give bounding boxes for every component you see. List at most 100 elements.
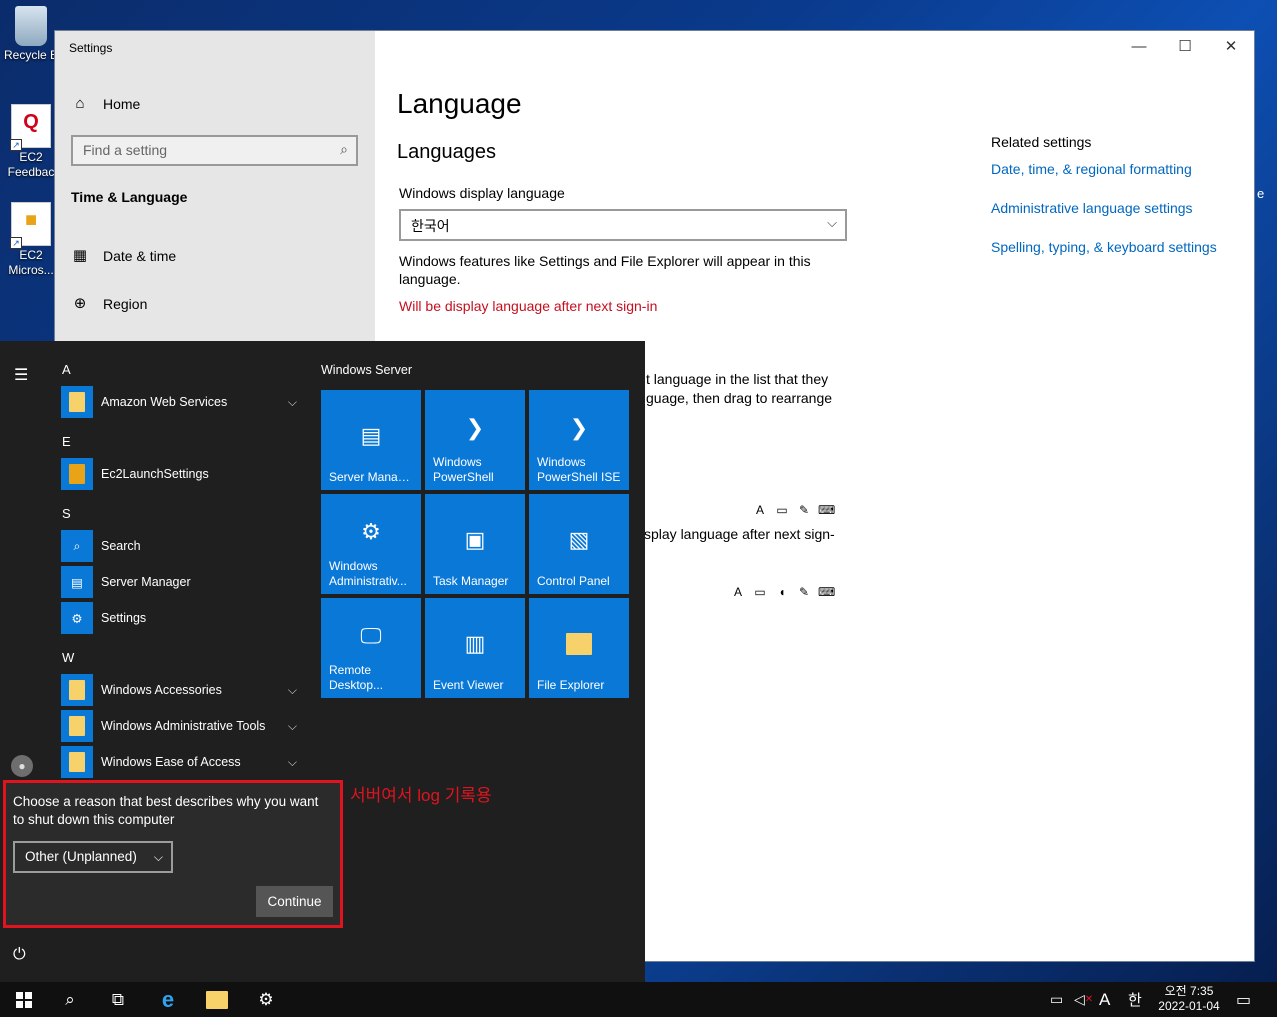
shutdown-reason-dropdown[interactable]: Other (Unplanned) ⌵ (13, 841, 173, 873)
app-list-letter-w[interactable]: W (62, 650, 74, 665)
taskbar-internet-explorer[interactable]: e (144, 982, 192, 1017)
continue-button[interactable]: Continue (256, 886, 333, 917)
app-amazon-web-services[interactable]: Amazon Web Services ⌵ (61, 386, 301, 418)
app-list-letter-a[interactable]: A (62, 362, 71, 377)
calendar-clock-icon: ▦ (72, 247, 88, 264)
screen-feature-icon: ▭ (776, 503, 788, 517)
start-button[interactable] (0, 982, 48, 1017)
gear-icon: ⚙ (258, 989, 274, 1009)
tile-windows-powershell-ise[interactable]: ❯ Windows PowerShell ISE (529, 390, 629, 490)
notifications-icon[interactable]: ▭ (1236, 982, 1251, 1017)
preferred-languages-text: t language in the list that they (646, 371, 829, 387)
shutdown-reason-question: Choose a reason that best describes why … (13, 794, 319, 827)
powershell-ise-icon: ❯ (569, 415, 589, 440)
related-settings-heading: Related settings (991, 134, 1092, 150)
language-features-icons: A ▭ ✎ ⌨ (752, 502, 835, 518)
volume-muted-icon[interactable]: ◁ ✕ (1074, 982, 1093, 1017)
task-view-button[interactable]: ⧉ (94, 982, 142, 1017)
nav-item-date-time[interactable]: ▦ Date & time (71, 247, 176, 265)
clock-time: 오전 7:35 (1164, 984, 1214, 998)
tile-windows-administrative-tools[interactable]: ⚙ Windows Administrativ... (321, 494, 421, 594)
app-windows-administrative-tools[interactable]: Windows Administrative Tools ⌵ (61, 710, 301, 742)
window-title: Settings (69, 41, 113, 55)
taskbar-clock[interactable]: 오전 7:35 2022-01-04 (1150, 984, 1228, 1014)
desktop-icon-label: EC2 Micros... (8, 248, 54, 277)
tile-remote-desktop[interactable]: 🖵 Remote Desktop... (321, 598, 421, 698)
network-icon[interactable]: ▭ (1050, 982, 1063, 1017)
app-settings[interactable]: ⚙ Settings (61, 602, 301, 634)
display-language-dropdown[interactable]: 한국어 ⌵ (399, 209, 847, 241)
ime-language-indicator[interactable]: 한 (1128, 982, 1142, 1017)
language-features-icons: A ▭ ◖ ✎ ⌨ (730, 584, 835, 600)
desktop-icon-ec2-microsoft[interactable]: ■ ↗ EC2 Micros... (0, 202, 62, 278)
ec2-package-icon: ■ ↗ (10, 202, 51, 249)
power-icon[interactable]: ⏻ (13, 946, 26, 964)
nav-item-label: Region (103, 296, 148, 312)
user-avatar-icon[interactable]: ● (11, 755, 33, 777)
nav-home-label: Home (103, 96, 141, 112)
find-setting-input[interactable]: Find a setting ⌕ (71, 135, 358, 166)
folder-icon (206, 990, 228, 1009)
app-search[interactable]: ⌕ Search (61, 530, 301, 562)
server-manager-icon: ▤ (61, 566, 93, 598)
nav-item-region[interactable]: ⊕ Region (71, 295, 148, 313)
handwriting-feature-icon: ✎ (798, 585, 810, 599)
taskbar-file-explorer[interactable] (193, 982, 241, 1017)
recycle-bin-icon (15, 6, 47, 46)
clock-date: 2022-01-04 (1158, 999, 1220, 1013)
nav-section-title: Time & Language (71, 189, 188, 205)
admin-tools-icon: ⚙ (361, 519, 381, 544)
display-language-label: Windows display language (399, 185, 565, 201)
display-language-feature-icon: A (755, 503, 764, 517)
tile-event-viewer[interactable]: ▥ Event Viewer (425, 598, 525, 698)
tile-file-explorer[interactable]: File Explorer (529, 598, 629, 698)
display-language-feature-icon: A (733, 585, 742, 599)
annotation-text: 서버여서 log 기록용 (350, 786, 492, 805)
desktop-icon-recycle-bin[interactable]: Recycle B (0, 6, 62, 63)
globe-icon: ⊕ (73, 295, 87, 312)
desktop-icon-label: Recycle B (3, 48, 59, 62)
close-button[interactable]: ✕ (1208, 31, 1254, 63)
search-icon: ⌕ (340, 141, 348, 157)
related-link-regional-formatting[interactable]: Date, time, & regional formatting (991, 161, 1192, 177)
taskbar: ⌕ ⧉ e ⚙ ▭ ◁ ✕ A 한 오전 7:35 2022-01-04 ▭ (0, 982, 1277, 1017)
app-server-manager[interactable]: ▤ Server Manager (61, 566, 301, 598)
language-status-text: splay language after next sign- (644, 526, 835, 542)
folder-icon (563, 628, 595, 660)
chevron-down-icon: ⌵ (287, 682, 297, 697)
tile-task-manager[interactable]: ▣ Task Manager (425, 494, 525, 594)
folder-icon (61, 710, 93, 742)
ec2-feedback-icon: Q ↗ (10, 104, 51, 151)
desktop-icon-ec2-feedback[interactable]: Q ↗ EC2 Feedbac (0, 104, 62, 180)
tile-control-panel[interactable]: ▧ Control Panel (529, 494, 629, 594)
tile-windows-powershell[interactable]: ❯ Windows PowerShell (425, 390, 525, 490)
speech-feature-icon: ◖ (778, 585, 786, 599)
chevron-down-icon: ⌵ (827, 215, 837, 230)
related-link-spelling-typing-keyboard[interactable]: Spelling, typing, & keyboard settings (991, 239, 1217, 255)
package-icon (61, 458, 93, 490)
display-language-warning: Will be display language after next sign… (399, 298, 658, 314)
app-windows-accessories[interactable]: Windows Accessories ⌵ (61, 674, 301, 706)
taskbar-settings[interactable]: ⚙ (242, 982, 290, 1017)
hamburger-menu-icon[interactable]: ☰ (14, 365, 28, 385)
minimize-button[interactable]: — (1116, 31, 1162, 63)
app-list-letter-s[interactable]: S (62, 506, 71, 521)
related-link-administrative-language[interactable]: Administrative language settings (991, 200, 1193, 216)
nav-home[interactable]: ⌂ Home (71, 95, 140, 113)
ime-mode-indicator[interactable]: A (1099, 982, 1110, 1017)
internet-explorer-icon: e (161, 986, 175, 1012)
display-language-description: Windows features like Settings and File … (399, 253, 811, 287)
search-icon: ⌕ (61, 530, 93, 562)
maximize-button[interactable]: ☐ (1162, 31, 1208, 63)
search-button[interactable]: ⌕ (46, 982, 94, 1017)
folder-icon (61, 674, 93, 706)
desktop-icon-label: EC2 Feedbac (7, 150, 55, 179)
app-list-letter-e[interactable]: E (62, 434, 71, 449)
languages-heading: Languages (397, 141, 496, 163)
control-panel-icon: ▧ (568, 527, 590, 552)
app-ec2launchsettings[interactable]: Ec2LaunchSettings (61, 458, 301, 490)
app-windows-ease-of-access[interactable]: Windows Ease of Access ⌵ (61, 746, 301, 778)
search-icon: ⌕ (65, 989, 75, 1009)
tile-server-manager[interactable]: ▤ Server Manager (321, 390, 421, 490)
task-manager-icon: ▣ (464, 527, 486, 552)
